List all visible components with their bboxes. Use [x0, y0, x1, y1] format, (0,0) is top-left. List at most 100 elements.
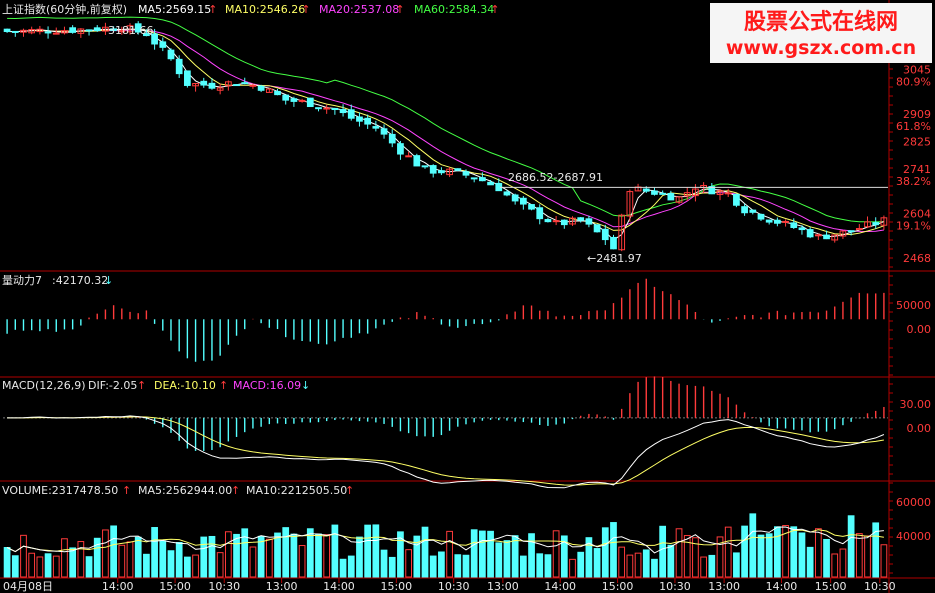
candle-body — [610, 236, 617, 250]
volume-bar — [651, 558, 658, 578]
candle-body — [487, 181, 494, 186]
candle-body — [306, 97, 314, 108]
price-tick-percent: 61.8% — [896, 120, 931, 133]
momentum-arrow: ↓ — [104, 274, 113, 287]
x-tick-label: 13:00 — [487, 580, 519, 593]
candle-body — [782, 220, 789, 223]
volume-bar — [749, 513, 757, 578]
candle-body — [200, 80, 208, 86]
x-tick-label: 14:00 — [544, 580, 576, 593]
candle-body — [847, 230, 855, 233]
candle-body — [503, 191, 511, 196]
candle-body — [52, 32, 60, 35]
candle-body — [462, 171, 470, 176]
volume-bar — [593, 548, 601, 578]
volume-bar — [495, 542, 503, 578]
candle-body — [339, 109, 347, 114]
volume-bar — [511, 535, 519, 578]
volume-bar — [290, 533, 298, 578]
volume-bar — [462, 554, 470, 578]
candle-body — [872, 222, 880, 226]
volume-tick-mid: 40000 — [896, 530, 931, 543]
volume-bar — [315, 533, 322, 578]
macd-title: MACD(12,26,9) — [2, 379, 86, 392]
volume-bar — [208, 535, 216, 578]
candle-body — [44, 31, 52, 34]
candle-body — [765, 219, 773, 223]
price-tick-percent: 80.9% — [896, 76, 931, 89]
candle-body — [651, 190, 658, 195]
price-tick-percent: 38.2% — [896, 175, 931, 188]
volume-bar — [347, 555, 355, 578]
candle-body — [85, 29, 93, 32]
volume-bar — [134, 536, 142, 578]
candle-body — [536, 207, 544, 220]
volume-bar — [143, 553, 150, 578]
candle-body — [790, 222, 798, 228]
volume-bar — [11, 555, 19, 578]
volume-bar — [479, 530, 486, 578]
macd-tick-top: 30.00 — [900, 398, 932, 411]
x-tick-label: 15:00 — [602, 580, 634, 593]
volume-title: VOLUME:2317478.50 — [2, 484, 118, 497]
candle-body — [429, 165, 437, 174]
volume-bar — [233, 533, 240, 578]
momentum-value: :42170.32 — [52, 274, 108, 287]
volume-bar — [339, 558, 347, 578]
volume-bar — [536, 553, 544, 578]
candle-body — [413, 155, 421, 167]
candle-body — [257, 85, 265, 91]
volume-bar — [519, 555, 527, 578]
candle-body — [11, 30, 19, 33]
volume-bar — [601, 527, 609, 578]
candle-body — [798, 227, 806, 231]
candle-body — [282, 94, 290, 101]
momentum-tick-zero: 0.00 — [907, 323, 932, 336]
x-tick-label: 15:00 — [159, 580, 191, 593]
candle-body — [380, 128, 388, 135]
volume-bar — [175, 542, 183, 578]
candle-body — [814, 234, 822, 237]
volume-bar — [184, 556, 191, 578]
volume-ma10-arrow: ↑ — [345, 484, 354, 497]
x-tick-label: 10:30 — [659, 580, 691, 593]
x-tick-label: 10:30 — [438, 580, 470, 593]
candle-body — [511, 194, 519, 202]
volume-bar — [610, 522, 617, 578]
candle-body — [405, 155, 412, 158]
candle-body — [290, 98, 298, 102]
legend-ma5-arrow: ↑ — [208, 3, 217, 16]
volume-bar — [421, 526, 429, 578]
candle-body — [585, 218, 593, 225]
candle-body — [3, 28, 11, 32]
volume-bar — [274, 532, 281, 578]
price-legend: MA5:2569.15↑ MA10:2546.26↑ MA20:2537.08↑ MA… — [138, 3, 500, 16]
volume-bar — [438, 551, 445, 578]
candle-body — [388, 133, 396, 144]
volume-bar — [806, 546, 814, 578]
x-tick-label: 14:00 — [323, 580, 355, 593]
candle-body — [184, 70, 191, 86]
macd-value-arrow: ↓ — [301, 379, 310, 392]
candle-body — [601, 228, 609, 241]
candle-body — [167, 49, 175, 60]
candle-body — [733, 193, 740, 206]
volume-bar — [167, 550, 175, 578]
x-tick-label: 15:00 — [380, 580, 412, 593]
low-price-label: ←2481.97 — [587, 252, 642, 265]
price-tick-label: 2825 — [903, 135, 931, 148]
volume-bar — [110, 525, 117, 578]
candle-body — [421, 165, 429, 168]
candle-body — [208, 82, 216, 89]
volume-bar — [544, 554, 552, 578]
volume-bar — [200, 536, 208, 578]
price-tick-label: 2468 — [903, 252, 931, 265]
candle-body — [323, 107, 331, 110]
volume-bar — [3, 547, 11, 578]
volume-bar — [380, 549, 388, 578]
momentum-tick-top: 50000 — [896, 299, 931, 312]
candle-body — [241, 82, 249, 85]
candle-body — [233, 84, 240, 87]
candle-body — [552, 220, 560, 223]
legend-ma5: MA5:2569.15 — [138, 3, 211, 16]
